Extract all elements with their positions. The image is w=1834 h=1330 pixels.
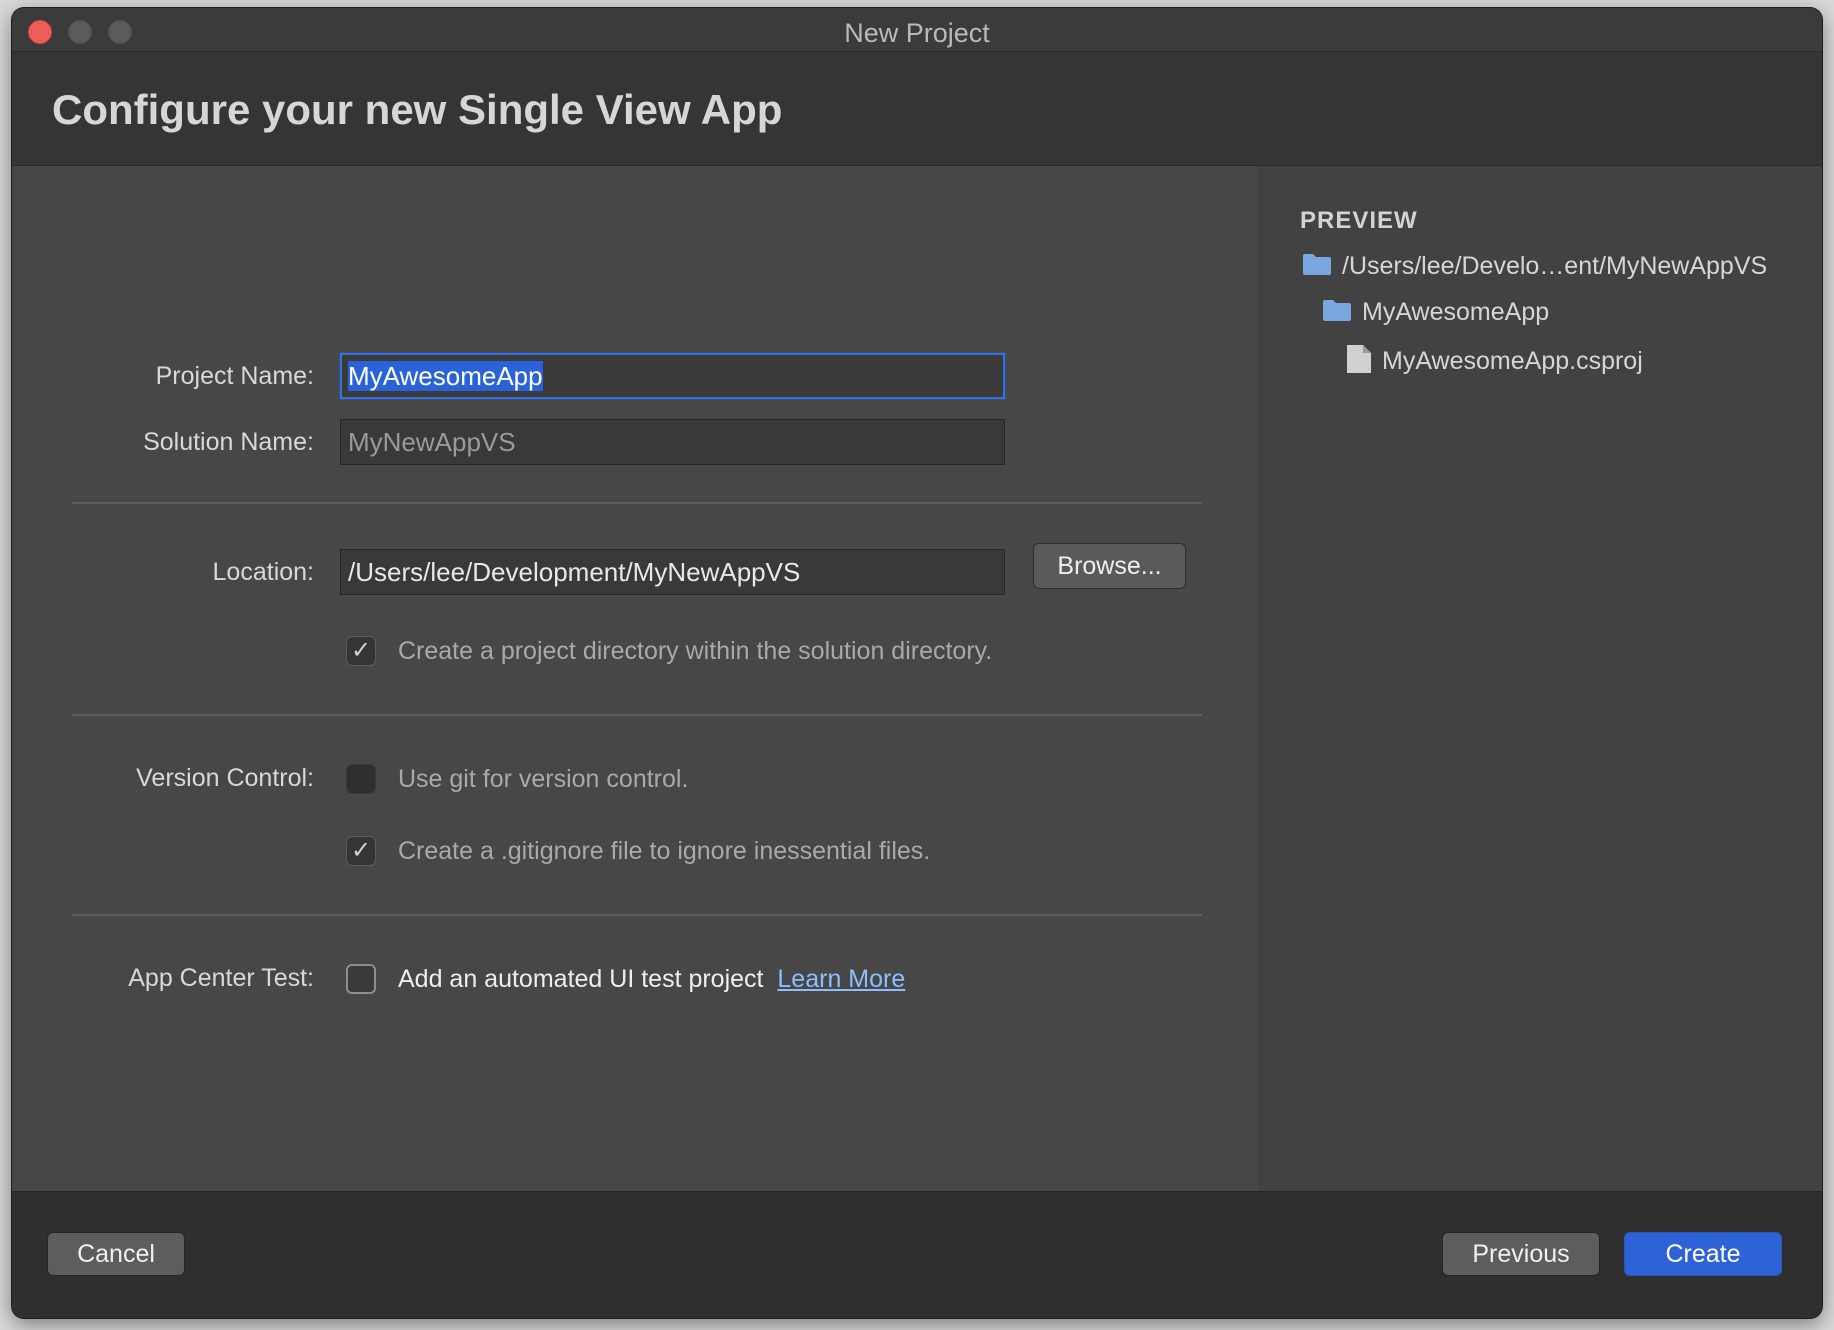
new-project-window: New Project Configure your new Single Vi…	[12, 8, 1822, 1318]
project-name-input[interactable]: MyAwesomeApp	[340, 353, 1005, 399]
create-project-directory-label: Create a project directory within the so…	[398, 637, 993, 665]
page-title: Configure your new Single View App	[52, 86, 783, 133]
create-project-directory-checkbox[interactable]: ✓	[346, 636, 376, 666]
learn-more-link[interactable]: Learn More	[777, 965, 905, 993]
folder-icon	[1322, 298, 1352, 329]
preview-item-project-folder: MyAwesomeApp	[1322, 298, 1549, 329]
preview-item-project-file: MyAwesomeApp.csproj	[1346, 344, 1643, 381]
preview-panel: PREVIEW /Users/lee/Develo…ent/MyNewAppVS…	[1259, 166, 1822, 1191]
configuration-form: Project Name: MyAwesomeApp Solution Name…	[12, 166, 1259, 1191]
preview-item-label: MyAwesomeApp.csproj	[1382, 347, 1643, 376]
previous-button[interactable]: Previous	[1442, 1232, 1600, 1276]
separator	[72, 502, 1202, 504]
use-git-label: Use git for version control.	[398, 765, 689, 793]
gitignore-label: Create a .gitignore file to ignore iness…	[398, 837, 931, 865]
project-name-value: MyAwesomeApp	[348, 361, 543, 391]
checkmark-icon: ✓	[350, 637, 372, 664]
dialog-footer: Cancel Previous Create	[12, 1191, 1822, 1318]
file-icon	[1346, 344, 1372, 381]
separator	[72, 714, 1202, 716]
use-git-checkbox[interactable]	[346, 764, 376, 794]
separator	[72, 914, 1202, 916]
preview-item-solution-folder: /Users/lee/Develo…ent/MyNewAppVS	[1302, 252, 1767, 283]
ui-test-label: Add an automated UI test project Learn M…	[398, 965, 905, 994]
ui-test-checkbox[interactable]	[346, 964, 376, 994]
preview-item-label: MyAwesomeApp	[1362, 298, 1550, 327]
preview-item-label: /Users/lee/Develo…ent/MyNewAppVS	[1342, 252, 1768, 281]
project-name-label: Project Name:	[155, 362, 314, 390]
create-button[interactable]: Create	[1624, 1232, 1782, 1276]
preview-title: PREVIEW	[1300, 207, 1418, 234]
window-title: New Project	[844, 18, 990, 48]
gitignore-checkbox[interactable]: ✓	[346, 836, 376, 866]
location-input[interactable]: /Users/lee/Development/MyNewAppVS	[340, 549, 1005, 595]
solution-name-input[interactable]: MyNewAppVS	[340, 419, 1005, 465]
version-control-label: Version Control:	[136, 764, 314, 792]
browse-button[interactable]: Browse...	[1033, 543, 1186, 589]
dialog-header: Configure your new Single View App	[12, 52, 1822, 166]
ui-test-text: Add an automated UI test project	[398, 965, 764, 993]
location-label: Location:	[212, 558, 314, 586]
cancel-button[interactable]: Cancel	[47, 1232, 185, 1276]
checkmark-icon: ✓	[350, 837, 372, 864]
app-center-test-label: App Center Test:	[128, 964, 314, 992]
solution-name-label: Solution Name:	[143, 428, 314, 456]
title-bar: New Project	[12, 8, 1822, 52]
folder-icon	[1302, 252, 1332, 283]
